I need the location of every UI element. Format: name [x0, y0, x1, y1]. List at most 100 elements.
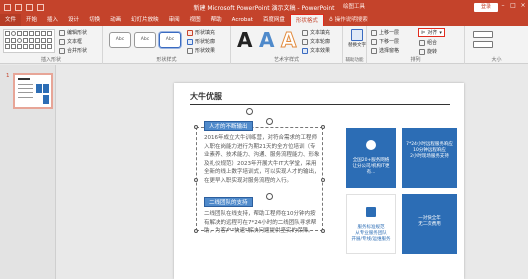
resize-handle[interactable] [194, 125, 198, 129]
start-slideshow-icon[interactable] [37, 3, 44, 11]
tab-shape-format[interactable]: 形状格式 [289, 14, 324, 26]
shape-outline-button[interactable]: 形状轮廓 [187, 38, 215, 45]
shape-effects-button[interactable]: 形状效果 [187, 47, 215, 54]
send-backward-button[interactable]: 下移一层 [371, 38, 399, 45]
shape-icon[interactable] [23, 44, 28, 50]
redo-icon[interactable] [26, 3, 33, 11]
width-input-box[interactable] [473, 41, 493, 48]
wordart-style-black[interactable]: A [237, 29, 252, 51]
undo-icon[interactable] [15, 3, 22, 11]
shape-icon[interactable] [5, 44, 10, 50]
shape-icon[interactable] [11, 37, 16, 43]
rotate-handle[interactable] [266, 118, 273, 125]
card-no-extra-fee[interactable]: 一对快全年 无二次费用 [402, 194, 457, 254]
merge-shapes-button[interactable]: 合并形状 [59, 47, 87, 54]
shape-icon[interactable] [29, 31, 34, 36]
shape-icon[interactable] [47, 44, 52, 50]
shape-style-preset-1[interactable]: Abc [109, 32, 131, 48]
paragraph-talent[interactable]: 2016年成立大牛训练营，对符合需求的工程师入职在岗能力进行为期21天的全方位培… [204, 134, 320, 186]
shape-icon[interactable] [23, 37, 28, 43]
shape-icon[interactable] [47, 37, 52, 43]
tab-slideshow[interactable]: 幻灯片放映 [126, 14, 164, 26]
tab-help[interactable]: 帮助 [206, 14, 227, 26]
resize-handle[interactable] [321, 178, 325, 182]
tab-acrobat[interactable]: Acrobat [227, 14, 258, 26]
shape-icon[interactable] [17, 37, 22, 43]
slide-title[interactable]: 大牛优服 [190, 91, 222, 102]
bring-forward-button[interactable]: 上移一层 [371, 29, 399, 36]
group-objects-button[interactable]: 组合 [419, 39, 437, 46]
text-box-button[interactable]: 文本框 [59, 38, 82, 45]
shape-rect-icon[interactable] [5, 31, 10, 36]
slide-editing-area: 大牛优服 人才的不断输出 2016年成立大牛训练营，对符合需求的工程师入职在岗能… [56, 65, 528, 279]
width-field[interactable] [473, 41, 493, 48]
minimize-icon[interactable]: – [500, 2, 506, 10]
shape-icon[interactable] [41, 37, 46, 43]
wordart-style-blue[interactable]: A [259, 29, 274, 51]
text-fill-button[interactable]: 文本填充 [302, 29, 330, 36]
shape-fill-button[interactable]: 形状填充 [187, 29, 215, 36]
tab-design[interactable]: 设计 [63, 14, 84, 26]
resize-handle[interactable] [321, 125, 325, 129]
shape-icon[interactable] [35, 31, 40, 36]
shape-icon[interactable] [35, 37, 40, 43]
tab-review[interactable]: 审阅 [164, 14, 185, 26]
tab-animations[interactable]: 动画 [105, 14, 126, 26]
paragraph-support[interactable]: 二线团队在线支持，帮助工程师在10分钟内按有解决的远程可在7*24小时的二线团队… [204, 210, 320, 236]
close-icon[interactable]: × [520, 2, 526, 10]
shape-gallery[interactable] [3, 29, 55, 53]
section-label-talent[interactable]: 人才的不断输出 [204, 121, 253, 131]
height-field[interactable] [473, 31, 493, 38]
resize-handle[interactable] [321, 229, 325, 233]
rotate-button[interactable]: 旋转 [419, 48, 437, 55]
slide-canvas[interactable]: 大牛优服 人才的不断输出 2016年成立大牛训练营，对符合需求的工程师入职在岗能… [174, 83, 464, 279]
text-outline-button[interactable]: 文本轮廓 [302, 38, 330, 45]
shape-icon[interactable] [5, 37, 10, 43]
shape-icon[interactable] [41, 44, 46, 50]
shape-icon[interactable] [11, 31, 16, 36]
rotate-handle[interactable] [266, 193, 273, 200]
alt-text-button[interactable]: 替换文字 [348, 29, 366, 48]
save-icon[interactable] [4, 3, 11, 11]
thumb-card [43, 84, 49, 93]
drawing-tools-label: 绘图工具 [343, 4, 366, 10]
selection-pane-button[interactable]: 选择窗格 [371, 47, 399, 54]
slide-thumbnail-1[interactable] [13, 73, 53, 109]
section-label-support[interactable]: 二线团队的支持 [204, 197, 253, 207]
shape-icon[interactable] [29, 44, 34, 50]
tell-me-search[interactable]: ♁ 操作说明搜索 [324, 14, 373, 26]
shape-icon[interactable] [41, 31, 46, 36]
shape-icon[interactable] [23, 31, 28, 36]
tab-view[interactable]: 视图 [185, 14, 206, 26]
align-button[interactable]: ⊫ 对齐 ▾ [418, 28, 445, 37]
height-input-box[interactable] [473, 31, 493, 38]
wordart-style-outline[interactable]: A [280, 29, 297, 52]
slide-number: 1 [6, 73, 10, 79]
tab-transitions[interactable]: 切换 [84, 14, 105, 26]
slide-thumbnail-pane: 1 [0, 65, 55, 279]
selection-pane-icon [371, 47, 377, 54]
tab-home[interactable]: 开始 [21, 14, 42, 26]
card-remote-response[interactable]: 7*24小时远程服务响应 10分钟远程响应 2小时现场服务支持 [402, 128, 457, 188]
maximize-icon[interactable]: □ [510, 2, 516, 10]
tab-insert[interactable]: 插入 [42, 14, 63, 26]
tab-file[interactable]: 文件 [0, 14, 22, 26]
card-service-standard[interactable]: 服务标准规范 从专业服务团队 开展/专线/运维服务 [346, 194, 396, 254]
text-effects-button[interactable]: 文本效果 [302, 47, 330, 54]
rotate-handle[interactable] [246, 108, 253, 115]
shape-icon[interactable] [35, 44, 40, 50]
shape-style-preset-3[interactable]: Abc [159, 32, 181, 48]
shape-icon[interactable] [47, 31, 52, 36]
edit-shape-button[interactable]: 编辑形状 [59, 29, 87, 36]
resize-handle[interactable] [194, 178, 198, 182]
shape-icon[interactable] [29, 37, 34, 43]
shape-icon[interactable] [17, 44, 22, 50]
resize-handle[interactable] [194, 229, 198, 233]
shape-style-preset-2[interactable]: Abc [134, 32, 156, 48]
tab-baidu-netdisk[interactable]: 百度网盘 [258, 14, 290, 26]
shape-icon[interactable] [17, 31, 22, 36]
login-button[interactable]: 登录 [474, 3, 498, 12]
card-service-network[interactable]: 全国20+服务网络 让分公司/机构IT更有... [346, 128, 396, 188]
shape-icon[interactable] [11, 44, 16, 50]
group-label-wordart-styles: 艺术字样式 [273, 57, 299, 63]
